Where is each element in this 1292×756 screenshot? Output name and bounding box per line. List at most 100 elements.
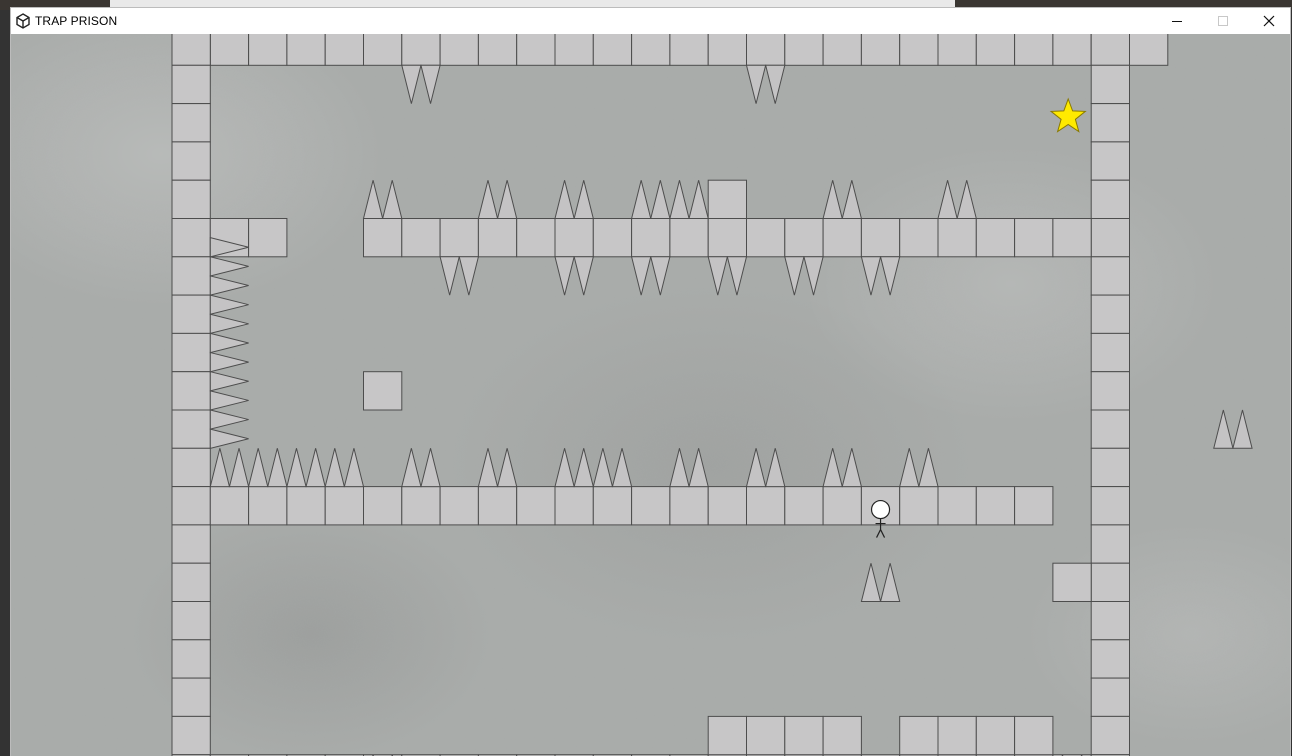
wall-tile <box>1090 371 1130 411</box>
desktop-background-left <box>0 10 11 756</box>
wall-tile <box>363 34 403 66</box>
wall-tile <box>975 486 1016 526</box>
wall-tile <box>171 447 211 488</box>
level-canvas <box>11 34 1290 756</box>
desktop-taskbar-edge <box>110 0 955 7</box>
wall-tile <box>937 218 977 258</box>
wall-tile <box>363 371 403 411</box>
wall-tile <box>554 218 594 258</box>
wall-tile <box>1090 332 1130 373</box>
wall-tile <box>899 486 939 526</box>
wall-tile <box>975 218 1016 258</box>
wall-tile <box>822 218 862 258</box>
wall-tile <box>822 715 862 756</box>
wall-tile <box>171 715 211 756</box>
wall-tile <box>746 486 786 526</box>
wall-tile <box>171 486 211 526</box>
wall-tile <box>899 34 939 66</box>
wall-tile <box>592 218 633 258</box>
wall-tile <box>171 639 211 679</box>
wall-tile <box>401 218 441 258</box>
wall-tile <box>784 34 824 66</box>
wall-tile <box>324 34 365 66</box>
minimize-button[interactable] <box>1154 8 1200 34</box>
wall-tile <box>1090 601 1130 641</box>
wall-tile <box>363 218 403 258</box>
wall-tile <box>209 34 250 66</box>
wall-tile <box>784 218 824 258</box>
wall-tile <box>899 218 939 258</box>
wall-tile <box>477 486 518 526</box>
wall-tile <box>516 34 556 66</box>
close-button[interactable] <box>1246 8 1292 34</box>
wall-tile <box>171 256 211 296</box>
wall-tile <box>746 218 786 258</box>
wall-tile <box>171 332 211 373</box>
wall-tile <box>975 34 1016 66</box>
wall-tile <box>1090 715 1130 756</box>
wall-tile <box>171 371 211 411</box>
wall-tile <box>822 34 862 66</box>
minimize-icon <box>1172 21 1182 22</box>
maximize-icon <box>1218 16 1228 26</box>
wall-tile <box>401 486 441 526</box>
game-window: TRAP PRISON <box>11 8 1290 756</box>
wall-tile <box>477 34 518 66</box>
wall-tile <box>516 218 556 258</box>
wall-tile <box>248 218 288 258</box>
wall-tile <box>171 34 211 66</box>
game-viewport[interactable] <box>11 34 1290 756</box>
wall-tile <box>439 486 479 526</box>
wall-tile <box>1014 218 1054 258</box>
wall-tile <box>937 715 977 756</box>
wall-tile <box>746 34 786 66</box>
wall-tile <box>286 34 326 66</box>
wall-tile <box>592 34 633 66</box>
wall-tile <box>860 218 901 258</box>
title-bar[interactable]: TRAP PRISON <box>11 8 1290 34</box>
wall-tile <box>209 486 250 526</box>
maximize-button[interactable] <box>1200 8 1246 34</box>
wall-tile <box>171 677 211 717</box>
wall-tile <box>1090 256 1130 296</box>
wall-tile <box>631 34 671 66</box>
wall-tile <box>1090 409 1130 449</box>
wall-tile <box>439 218 479 258</box>
wall-tile <box>1014 34 1054 66</box>
wall-tile <box>707 486 748 526</box>
wall-tile <box>822 486 862 526</box>
wall-tile <box>1052 34 1092 66</box>
wall-tile <box>324 486 365 526</box>
wall-tile <box>937 34 977 66</box>
wall-tile <box>171 141 211 181</box>
wall-tile <box>248 34 288 66</box>
wall-tile <box>707 218 748 258</box>
wall-tile <box>631 486 671 526</box>
wall-tile <box>1090 64 1130 105</box>
wall-tile <box>631 218 671 258</box>
wall-tile <box>171 409 211 449</box>
wall-tile <box>439 34 479 66</box>
wall-tile <box>1090 218 1130 258</box>
wall-tile <box>286 486 326 526</box>
wall-tile <box>1129 34 1169 66</box>
wall-tile <box>1090 294 1130 334</box>
wall-tile <box>554 486 594 526</box>
wall-tile <box>899 715 939 756</box>
window-title: TRAP PRISON <box>35 14 118 28</box>
wall-tile <box>1014 715 1054 756</box>
wall-tile <box>1090 103 1130 143</box>
wall-tile <box>1090 639 1130 679</box>
wall-tile <box>1090 524 1130 564</box>
wall-tile <box>401 34 441 66</box>
wall-tile <box>784 715 824 756</box>
wall-tile <box>746 715 786 756</box>
close-icon <box>1263 15 1275 27</box>
wall-tile <box>1090 34 1130 66</box>
wall-tile <box>171 601 211 641</box>
wall-tile <box>707 179 748 219</box>
wall-tile <box>1090 677 1130 717</box>
wall-tile <box>171 294 211 334</box>
wall-tile <box>1052 562 1092 603</box>
wall-tile <box>171 524 211 564</box>
